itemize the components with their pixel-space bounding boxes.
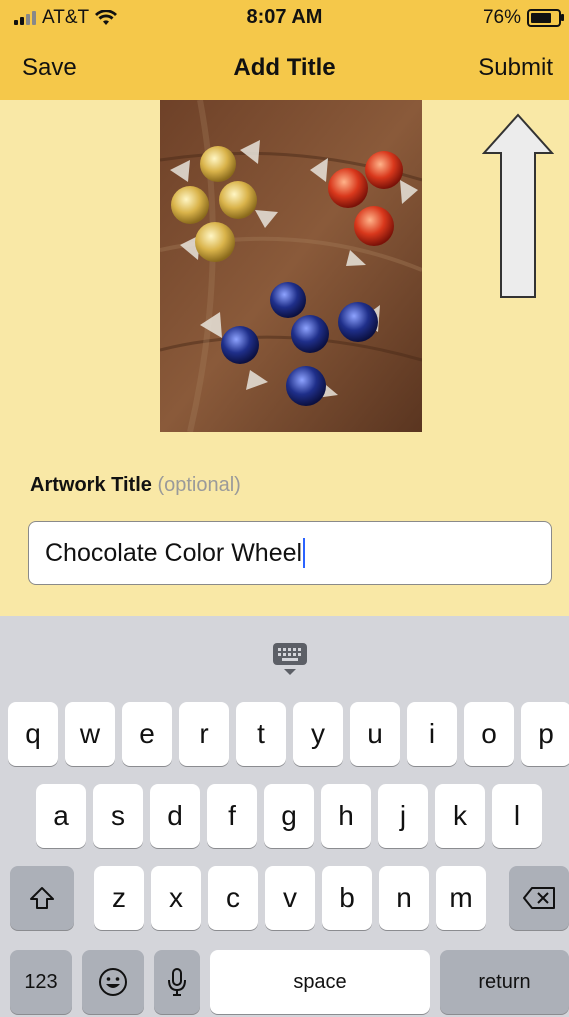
key-r[interactable]: r (179, 702, 229, 766)
chocolates-image (160, 100, 422, 432)
up-arrow-annotation (482, 113, 554, 298)
key-q[interactable]: q (8, 702, 58, 766)
keyboard: qwertyuiop asdfghjkl zxcvbnm 123 space r… (0, 616, 569, 1017)
key-z[interactable]: z (94, 866, 144, 930)
space-key[interactable]: space (210, 950, 430, 1014)
battery-indicator: 76% (482, 7, 564, 29)
key-y[interactable]: y (293, 702, 343, 766)
key-w[interactable]: w (65, 702, 115, 766)
key-h[interactable]: h (321, 784, 371, 848)
key-k[interactable]: k (435, 784, 485, 848)
key-p[interactable]: p (521, 702, 569, 766)
input-value: Chocolate Color Wheel (45, 538, 303, 567)
label-hint: (optional) (157, 474, 241, 496)
submit-button[interactable]: Submit (478, 54, 553, 82)
battery-percent: 76% (482, 7, 521, 28)
battery-icon (527, 9, 564, 27)
text-caret (303, 538, 306, 568)
label-text: Artwork Title (30, 474, 152, 496)
backspace-icon (523, 887, 555, 909)
battery-fill (531, 13, 551, 23)
key-o[interactable]: o (464, 702, 514, 766)
return-key[interactable]: return (440, 950, 569, 1014)
save-button[interactable]: Save (22, 54, 77, 82)
key-m[interactable]: m (436, 866, 486, 930)
key-l[interactable]: l (492, 784, 542, 848)
key-u[interactable]: u (350, 702, 400, 766)
status-bar: AT&T 8:07 AM 76% (0, 0, 569, 36)
artwork-title-label: Artwork Title (optional) (30, 474, 241, 497)
key-c[interactable]: c (208, 866, 258, 930)
key-v[interactable]: v (265, 866, 315, 930)
key-t[interactable]: t (236, 702, 286, 766)
key-s[interactable]: s (93, 784, 143, 848)
key-i[interactable]: i (407, 702, 457, 766)
emoji-key[interactable] (82, 950, 144, 1014)
key-b[interactable]: b (322, 866, 372, 930)
artwork-title-input[interactable]: Chocolate Color Wheel (28, 521, 552, 585)
dictation-key[interactable] (154, 950, 200, 1014)
key-x[interactable]: x (151, 866, 201, 930)
key-f[interactable]: f (207, 784, 257, 848)
key-j[interactable]: j (378, 784, 428, 848)
numbers-key[interactable]: 123 (10, 950, 72, 1014)
navigation-bar: Save Add Title Submit (0, 36, 569, 100)
keyboard-dismiss-icon[interactable] (272, 642, 308, 676)
emoji-icon (99, 968, 127, 996)
shift-icon (30, 887, 54, 909)
artwork-photo (160, 100, 422, 432)
microphone-icon (168, 968, 186, 996)
key-a[interactable]: a (36, 784, 86, 848)
key-n[interactable]: n (379, 866, 429, 930)
key-e[interactable]: e (122, 702, 172, 766)
backspace-key[interactable] (509, 866, 569, 930)
key-d[interactable]: d (150, 784, 200, 848)
shift-key[interactable] (10, 866, 74, 930)
key-g[interactable]: g (264, 784, 314, 848)
